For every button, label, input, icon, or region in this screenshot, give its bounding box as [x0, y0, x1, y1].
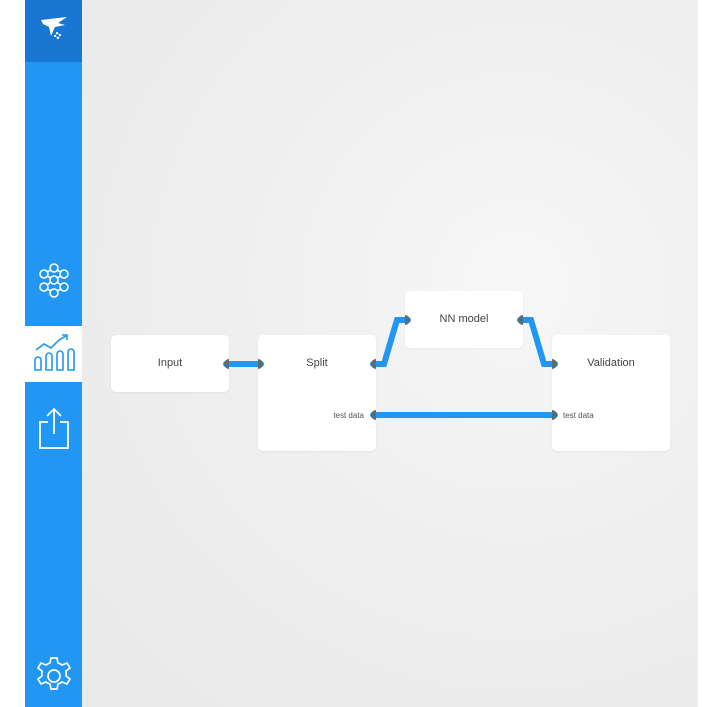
node-nn-model[interactable]: NN model [405, 291, 523, 348]
network-graph-icon [34, 260, 74, 305]
canvas-edge [698, 0, 702, 707]
port-label-test-data-out: test data [333, 411, 364, 420]
node-title: Validation [587, 357, 635, 369]
node-input[interactable]: Input [111, 335, 229, 392]
port-label-test-data-in: test data [563, 411, 594, 420]
node-title: Input [157, 357, 183, 369]
sidebar-item-results[interactable] [25, 326, 82, 382]
export-share-icon [36, 406, 72, 455]
node-title: Split [306, 357, 328, 369]
node-split[interactable]: Split test data [258, 335, 376, 451]
gear-icon [33, 655, 75, 702]
node-validation[interactable]: Validation test data [552, 335, 670, 451]
app-window: Input Split test data NN model Validatio… [0, 0, 702, 707]
sidebar-item-model-graph[interactable] [25, 254, 82, 310]
bird-logo-icon [37, 12, 71, 51]
node-title: NN model [439, 313, 489, 325]
bar-chart-trend-icon [32, 330, 76, 379]
sidebar-item-export[interactable] [25, 402, 82, 458]
sidebar [25, 0, 82, 707]
logo-tile[interactable] [25, 0, 82, 62]
sidebar-item-settings[interactable] [25, 650, 82, 706]
